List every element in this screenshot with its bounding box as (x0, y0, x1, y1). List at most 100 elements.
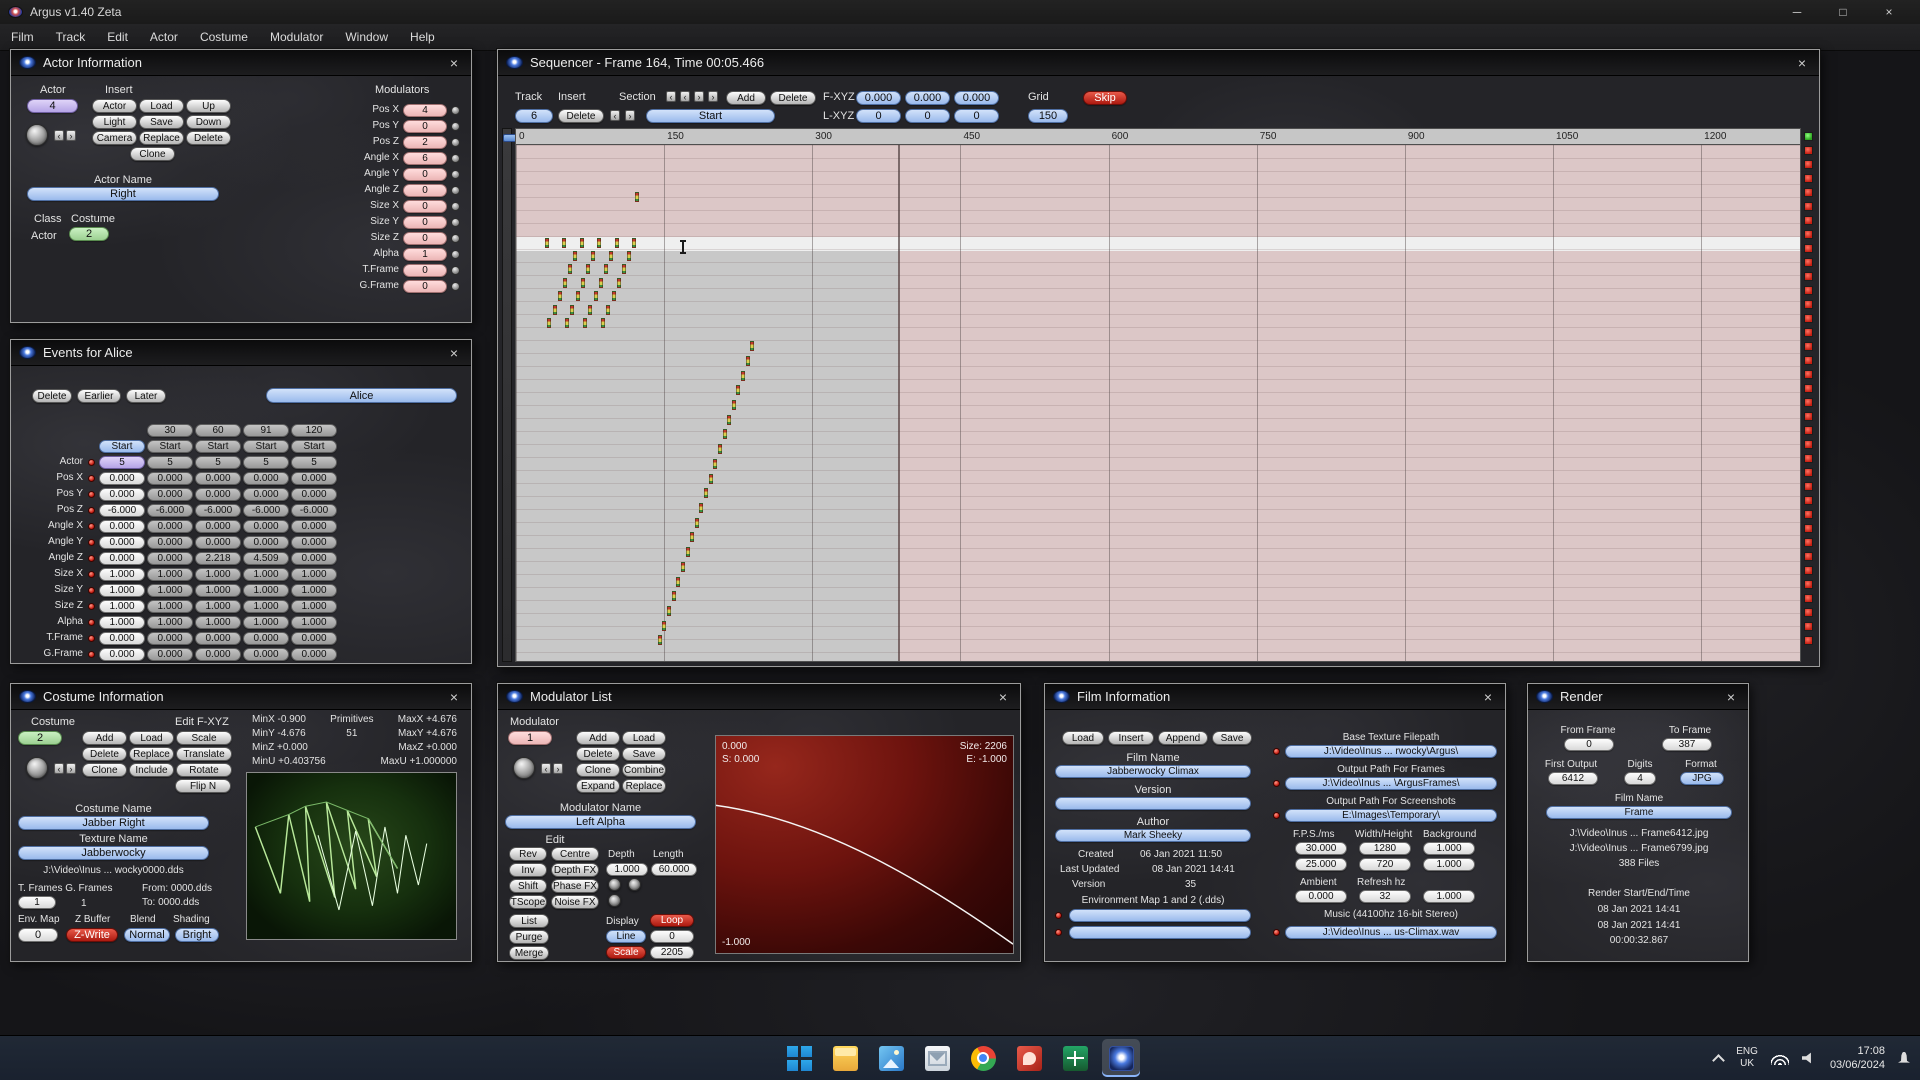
event-marker[interactable] (695, 518, 699, 528)
event-value-cell[interactable]: 2.218 (195, 552, 241, 565)
skip-toggle[interactable]: Skip (1083, 91, 1127, 105)
ambient-field[interactable]: 0.000 (1295, 890, 1347, 903)
event-value-cell[interactable]: 1.000 (291, 568, 337, 581)
costume-scale-button[interactable]: Scale (176, 731, 232, 745)
menu-track[interactable]: Track (45, 24, 97, 51)
track-record-light[interactable] (1804, 384, 1813, 393)
modulator-save-button[interactable]: Save (622, 747, 666, 761)
refresh-field[interactable]: 32 (1359, 890, 1411, 903)
envmap-field[interactable]: 0 (18, 928, 58, 942)
event-marker[interactable] (570, 305, 574, 315)
section-delete-button[interactable]: Delete (770, 91, 816, 105)
modulator-load-button[interactable]: Load (622, 731, 666, 745)
event-marker[interactable] (709, 474, 713, 484)
costume-titlebar[interactable]: Costume Information × (11, 684, 471, 710)
fxyz-y-field[interactable]: 0.000 (905, 91, 950, 105)
event-marker[interactable] (597, 238, 601, 248)
event-marker[interactable] (622, 264, 626, 274)
volume-icon[interactable] (1802, 1052, 1817, 1064)
costume-clone-button[interactable]: Clone (82, 763, 127, 777)
track-record-light[interactable] (1804, 258, 1813, 267)
event-start-cell[interactable]: Start (243, 440, 289, 453)
modulator-count-field[interactable]: 0 (403, 184, 447, 197)
event-marker[interactable] (681, 562, 685, 572)
event-value-cell[interactable]: 0.000 (243, 520, 289, 533)
close-icon[interactable]: × (994, 689, 1012, 705)
fxyz-z-field[interactable]: 0.000 (954, 91, 999, 105)
height-field[interactable]: 720 (1359, 858, 1411, 871)
event-value-cell[interactable]: 0.000 (147, 552, 193, 565)
track-record-light[interactable] (1804, 356, 1813, 365)
event-marker[interactable] (545, 238, 549, 248)
track-prev-button[interactable]: ‹ (610, 110, 620, 121)
close-icon[interactable]: × (1479, 689, 1497, 705)
event-value-cell[interactable]: 1.000 (147, 616, 193, 629)
modulator-stepper[interactable] (451, 154, 460, 163)
modulator-replace-button[interactable]: Replace (622, 779, 666, 793)
to-frame-field[interactable]: 387 (1662, 738, 1712, 751)
track-record-light[interactable] (1804, 216, 1813, 225)
costume-rotate-button[interactable]: Rotate (176, 763, 232, 777)
event-value-cell[interactable]: 1.000 (243, 600, 289, 613)
track-record-light[interactable] (1804, 482, 1813, 491)
modulator-delete-button[interactable]: Delete (576, 747, 620, 761)
event-marker[interactable] (594, 291, 598, 301)
first-output-field[interactable]: 6412 (1548, 772, 1598, 785)
track-record-light[interactable] (1804, 580, 1813, 589)
actor-select-knob[interactable] (26, 124, 48, 146)
event-column-header[interactable]: 120 (291, 424, 337, 437)
event-marker[interactable] (588, 305, 592, 315)
event-value-cell[interactable]: 0.000 (291, 648, 337, 661)
costume-number-field[interactable]: 2 (18, 731, 62, 745)
event-value-cell[interactable]: 0.000 (195, 472, 241, 485)
minimize-button[interactable]: ─ (1774, 0, 1820, 24)
event-value-cell[interactable]: 1.000 (147, 600, 193, 613)
track-record-light[interactable] (1804, 636, 1813, 645)
event-value-cell[interactable]: 5 (243, 456, 289, 469)
version-field[interactable] (1055, 797, 1251, 810)
notification-bell-icon[interactable] (1898, 1052, 1910, 1065)
track-record-light[interactable] (1804, 608, 1813, 617)
actor-name-field[interactable]: Right (27, 187, 219, 201)
events-earlier-button[interactable]: Earlier (77, 389, 121, 403)
events-actor-name-field[interactable]: Alice (266, 388, 457, 403)
base-texture-field[interactable]: J:\Video\Inus ... rwocky\Argus\ (1285, 745, 1497, 758)
modulator-expand-button[interactable]: Expand (576, 779, 620, 793)
event-marker[interactable] (627, 251, 631, 261)
modulator-stepper[interactable] (451, 138, 460, 147)
event-value-cell[interactable]: 1.000 (99, 568, 145, 581)
event-value-cell[interactable]: -6.000 (243, 504, 289, 517)
blend-toggle[interactable]: Normal (124, 928, 170, 942)
track-next-button[interactable]: › (625, 110, 635, 121)
modulator-count-field[interactable]: 0 (403, 200, 447, 213)
track-record-light[interactable] (1804, 188, 1813, 197)
grid-size-field[interactable]: 150 (1028, 109, 1068, 123)
track-record-light[interactable] (1804, 496, 1813, 505)
language-indicator[interactable]: ENG UK (1736, 1046, 1758, 1070)
close-icon[interactable]: × (445, 55, 463, 71)
event-marker[interactable] (686, 547, 690, 557)
close-icon[interactable]: × (445, 345, 463, 361)
shading-toggle[interactable]: Bright (175, 928, 219, 942)
purge-button[interactable]: Purge (509, 930, 549, 944)
actor-insert-light-button[interactable]: Light (92, 115, 137, 129)
track-record-light[interactable] (1804, 300, 1813, 309)
event-value-cell[interactable]: 0.000 (195, 648, 241, 661)
event-value-cell[interactable]: 0.000 (195, 520, 241, 533)
section-start-field[interactable]: Start (646, 109, 775, 123)
shift-button[interactable]: Shift (509, 879, 547, 893)
event-value-cell[interactable]: 1.000 (147, 568, 193, 581)
modulator-count-field[interactable]: 4 (403, 104, 447, 117)
event-start-cell[interactable]: Start (99, 440, 145, 453)
output-frames-led[interactable] (1273, 780, 1280, 787)
event-value-cell[interactable]: -6.000 (99, 504, 145, 517)
fps-field[interactable]: 30.000 (1295, 842, 1347, 855)
event-marker[interactable] (568, 264, 572, 274)
shift-knob[interactable] (628, 878, 641, 891)
wifi-icon[interactable] (1771, 1052, 1789, 1065)
event-value-cell[interactable]: 0.000 (147, 536, 193, 549)
output-shots-field[interactable]: E:\Images\Temporary\ (1285, 809, 1497, 822)
event-value-cell[interactable]: 5 (147, 456, 193, 469)
output-shots-led[interactable] (1273, 812, 1280, 819)
track-record-light[interactable] (1804, 538, 1813, 547)
